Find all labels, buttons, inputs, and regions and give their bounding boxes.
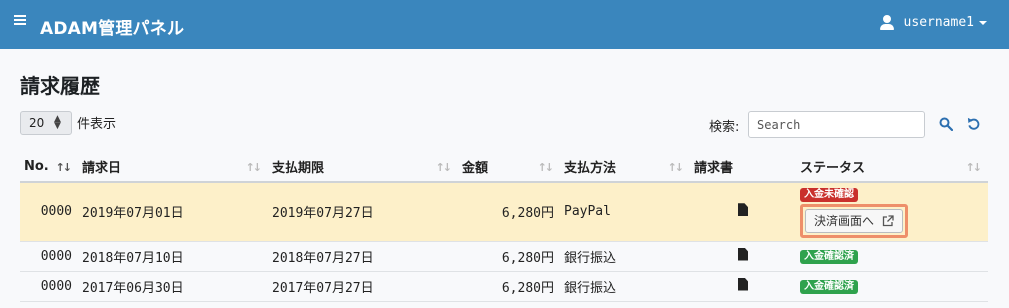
status-badge: 入金確認済 bbox=[800, 250, 858, 264]
cell-due-date: 2017年07月27日 bbox=[268, 271, 458, 302]
header-label: 支払期限 bbox=[272, 161, 325, 176]
sort-icon: ↑↓ bbox=[435, 161, 453, 174]
cell-method: PayPal bbox=[560, 182, 690, 242]
cell-due-date: 2018年07月27日 bbox=[268, 241, 458, 272]
cell-amount: 6,280円 bbox=[458, 241, 560, 272]
table-row: 0000 2019年07月01日 2019年07月27日 6,280円 PayP… bbox=[20, 182, 988, 242]
table-row: 0000 2018年07月10日 2018年07月27日 6,280円 銀行振込… bbox=[20, 241, 988, 272]
table-header-row: No. ↑↓ 請求日 ↑↓ 支払期限 ↑↓ 金額 ↑↓ 支払方法 ↑↓ 請求書 ステータス… bbox=[20, 152, 988, 183]
sort-icon: ↑↓ bbox=[537, 161, 555, 174]
user-menu[interactable]: username1 bbox=[879, 15, 987, 30]
header-due-date[interactable]: 支払期限 ↑↓ bbox=[268, 152, 458, 183]
top-navbar: ADAM管理パネル username1 bbox=[0, 0, 1009, 49]
header-label: 請求日 bbox=[82, 161, 122, 176]
page-title: 請求履歴 bbox=[20, 74, 100, 98]
header-label: ステータス bbox=[800, 161, 866, 176]
sort-icon: ↑↓ bbox=[245, 161, 263, 174]
pay-button[interactable]: 決済画面へ bbox=[805, 208, 904, 233]
sort-icon: ↑↓ bbox=[667, 161, 685, 174]
username-label: username1 bbox=[903, 15, 974, 30]
hamburger-icon[interactable] bbox=[14, 15, 26, 26]
document-icon[interactable] bbox=[738, 203, 748, 217]
cell-due-date: 2019年07月27日 bbox=[268, 182, 458, 242]
cell-invoice bbox=[690, 271, 796, 302]
pay-button-focus: 決済画面へ bbox=[800, 203, 909, 238]
external-link-icon bbox=[882, 215, 894, 226]
document-icon[interactable] bbox=[738, 277, 748, 291]
user-icon bbox=[879, 15, 894, 30]
sort-icon: ↑↓ bbox=[55, 161, 73, 174]
status-badge: 入金確認済 bbox=[800, 280, 858, 294]
search-input[interactable] bbox=[748, 111, 925, 138]
status-badge: 入金未確認 bbox=[800, 187, 858, 202]
document-icon[interactable] bbox=[738, 247, 748, 261]
pay-button-label: 決済画面へ bbox=[814, 214, 875, 229]
header-label: 支払方法 bbox=[564, 161, 617, 176]
sort-icon: ↑↓ bbox=[965, 161, 983, 174]
cell-status: 入金未確認 決済画面へ bbox=[796, 182, 988, 242]
cell-billing-date: 2019年07月01日 bbox=[78, 182, 268, 242]
select-arrows-icon: ▲ ▼ bbox=[54, 114, 61, 131]
cell-billing-date: 2018年07月10日 bbox=[78, 241, 268, 272]
header-label: 金額 bbox=[462, 161, 489, 176]
cell-status: 入金確認済 bbox=[796, 271, 988, 302]
search-label: 検索: bbox=[709, 120, 740, 135]
reload-icon[interactable] bbox=[967, 117, 980, 130]
cell-amount: 6,280円 bbox=[458, 182, 560, 242]
cell-no: 0000 bbox=[20, 271, 78, 302]
cell-invoice bbox=[690, 182, 796, 242]
header-label: 請求書 bbox=[694, 161, 734, 176]
table-row: 0000 2017年06月30日 2017年07月27日 6,280円 銀行振込… bbox=[20, 271, 988, 302]
header-billing-date[interactable]: 請求日 ↑↓ bbox=[78, 152, 268, 183]
cell-no: 0000 bbox=[20, 182, 78, 242]
header-no[interactable]: No. ↑↓ bbox=[20, 152, 78, 183]
billing-table: No. ↑↓ 請求日 ↑↓ 支払期限 ↑↓ 金額 ↑↓ 支払方法 ↑↓ 請求書 ステータス… bbox=[20, 152, 988, 302]
cell-method: 銀行振込 bbox=[560, 271, 690, 302]
cell-status: 入金確認済 bbox=[796, 241, 988, 272]
chevron-down-icon bbox=[979, 20, 987, 25]
cell-no: 0000 bbox=[20, 241, 78, 272]
header-invoice: 請求書 bbox=[690, 152, 796, 183]
cell-billing-date: 2017年06月30日 bbox=[78, 271, 268, 302]
cell-amount: 6,280円 bbox=[458, 271, 560, 302]
header-amount[interactable]: 金額 ↑↓ bbox=[458, 152, 560, 183]
page-length-select[interactable]: 20 ▲ ▼ bbox=[20, 111, 72, 135]
page-length-label: 件表示 bbox=[77, 117, 117, 132]
brand-title[interactable]: ADAM管理パネル bbox=[40, 14, 184, 39]
cell-invoice bbox=[690, 241, 796, 272]
cell-method: 銀行振込 bbox=[560, 241, 690, 272]
search-icon[interactable] bbox=[939, 117, 953, 131]
header-label: No. bbox=[24, 159, 49, 174]
header-status[interactable]: ステータス ↑↓ bbox=[796, 152, 988, 183]
header-method[interactable]: 支払方法 ↑↓ bbox=[560, 152, 690, 183]
page-length-value: 20 bbox=[29, 116, 45, 130]
